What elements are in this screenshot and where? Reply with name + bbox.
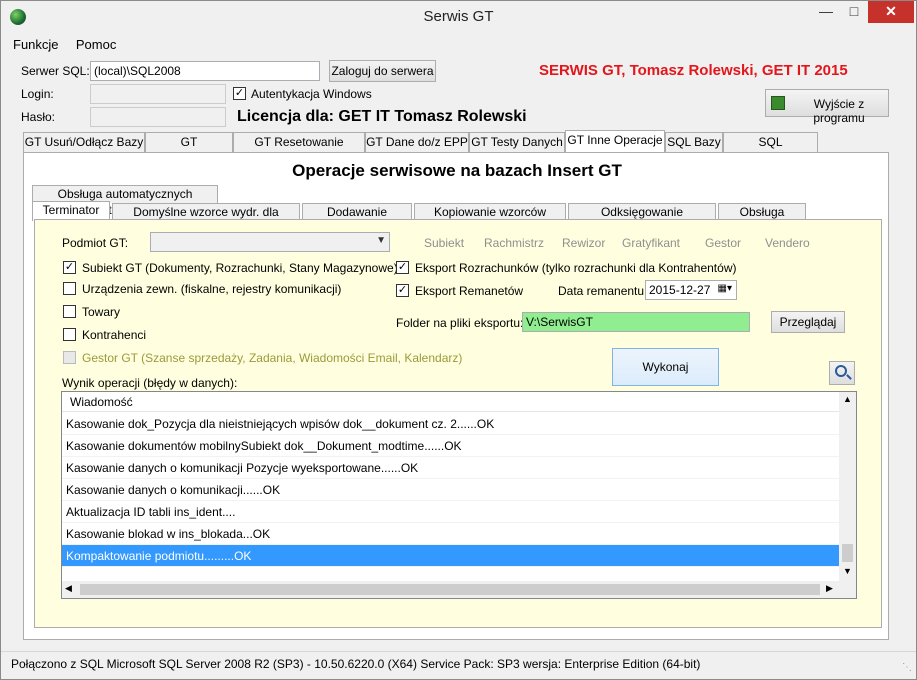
exit-button[interactable]: Wyjście z programu bbox=[765, 89, 889, 125]
kontrahenci-checkbox-label: Kontrahenci bbox=[82, 328, 147, 342]
main-window: Serwis GT — □ ✕ Funkcje Pomoc Serwer SQL… bbox=[0, 0, 917, 680]
list-item[interactable]: Kasowanie danych o komunikacji Pozycje w… bbox=[62, 457, 840, 479]
list-item[interactable]: Kasowanie danych o komunikacji......OK bbox=[62, 479, 840, 501]
towary-checkbox-label: Towary bbox=[82, 305, 121, 319]
result-label: Wynik operacji (błędy w danych): bbox=[62, 376, 238, 390]
folder-label: Folder na pliki eksportu: bbox=[396, 316, 524, 330]
status-bar: Połączono z SQL Microsoft SQL Server 200… bbox=[1, 651, 916, 679]
browse-button[interactable]: Przeglądaj bbox=[771, 311, 845, 333]
module-subiekt: Subiekt bbox=[424, 236, 465, 250]
execute-button[interactable]: Wykonaj bbox=[612, 348, 719, 386]
list-item[interactable]: Aktualizacja ID tabli ins_ident.... bbox=[62, 501, 840, 523]
maximize-button[interactable]: □ bbox=[840, 1, 868, 23]
brand-text: SERWIS GT, Tomasz Rolewski, GET IT 2015 bbox=[539, 62, 848, 79]
calendar-icon: ▦▾ bbox=[717, 283, 732, 294]
scroll-right-icon[interactable]: ▶ bbox=[826, 583, 833, 594]
chevron-down-icon: ▼ bbox=[376, 235, 386, 246]
data-remanentu-picker[interactable]: 2015-12-27 ▦▾ bbox=[645, 280, 737, 300]
login-label: Login: bbox=[21, 87, 54, 101]
folder-input[interactable]: V:\SerwisGT bbox=[522, 312, 750, 332]
hscroll-thumb[interactable] bbox=[80, 584, 820, 595]
server-label: Serwer SQL: bbox=[21, 64, 90, 78]
scroll-down-icon[interactable]: ▼ bbox=[843, 566, 852, 576]
gestor-checkbox-label: Gestor GT (Szanse sprzedaży, Zadania, Wi… bbox=[82, 351, 463, 365]
scroll-left-icon[interactable]: ◀ bbox=[65, 583, 72, 594]
minimize-button[interactable]: — bbox=[812, 1, 840, 23]
resize-grip-icon[interactable]: ⋱ bbox=[902, 662, 912, 673]
window-title: Serwis GT bbox=[423, 8, 494, 25]
server-input[interactable]: (local)\SQL2008 bbox=[90, 61, 320, 81]
podmiot-combo[interactable]: ▼ bbox=[150, 232, 390, 252]
eksport-remanetow-label: Eksport Remanetów bbox=[415, 284, 524, 298]
module-gratyfikant: Gratyfikant bbox=[622, 236, 681, 250]
tab-gt-dane-epp[interactable]: GT Dane do/z EPP bbox=[365, 132, 469, 152]
login-input[interactable] bbox=[90, 84, 226, 104]
zoom-button[interactable] bbox=[829, 361, 855, 385]
scroll-up-icon[interactable]: ▲ bbox=[843, 394, 852, 404]
menu-funkcje[interactable]: Funkcje bbox=[13, 37, 59, 52]
list-item[interactable]: Kasowanie dok_Pozycja dla nieistniejącyc… bbox=[62, 413, 840, 435]
exit-button-label: Wyjście z programu bbox=[813, 97, 865, 125]
windows-auth-label: Autentykacja Windows bbox=[251, 87, 372, 101]
eksport-rozrachunkow-checkbox[interactable]: ✓ bbox=[396, 261, 409, 274]
gestor-checkbox[interactable] bbox=[63, 351, 76, 364]
eksport-rozrachunkow-label: Eksport Rozrachunków (tylko rozrachunki … bbox=[415, 261, 737, 275]
column-header-wiadomosc[interactable]: Wiadomość bbox=[62, 392, 840, 412]
close-button[interactable]: ✕ bbox=[868, 1, 914, 23]
password-input[interactable] bbox=[90, 107, 226, 127]
results-listview[interactable]: Wiadomość Kasowanie dok_Pozycja dla niei… bbox=[61, 391, 857, 599]
vertical-scrollbar[interactable]: ▲ ▼ bbox=[839, 392, 856, 581]
subiekt-checkbox[interactable]: ✓ bbox=[63, 261, 76, 274]
tab-gt-usun-odlacz-bazy[interactable]: GT Usuń/Odłącz Bazy bbox=[23, 132, 145, 152]
urzadzenia-checkbox-label: Urządzenia zewn. (fiskalne, rejestry kom… bbox=[82, 282, 342, 296]
list-item[interactable]: Kasowanie dokumentów mobilnySubiekt dok_… bbox=[62, 435, 840, 457]
tab-sql-uzytkownicy[interactable]: SQL Użytkownicy bbox=[723, 132, 818, 167]
tab-terminator-gt[interactable]: Terminator GT bbox=[32, 201, 110, 233]
tab-gt-resetowanie-licencji[interactable]: GT Resetowanie Licencji bbox=[233, 132, 365, 167]
menu-bar: Funkcje Pomoc bbox=[13, 37, 130, 53]
tab-sql-bazy[interactable]: SQL Bazy bbox=[665, 132, 723, 152]
module-rewizor: Rewizor bbox=[562, 236, 606, 250]
scroll-thumb[interactable] bbox=[842, 544, 853, 562]
list-item-selected[interactable]: Kompaktowanie podmiotu.........OK bbox=[62, 545, 840, 567]
data-remanentu-label: Data remanentu: bbox=[558, 284, 648, 298]
kontrahenci-checkbox[interactable] bbox=[63, 328, 76, 341]
licence-text: Licencja dla: GET IT Tomasz Rolewski bbox=[237, 108, 527, 125]
tab-gt-testy-danych[interactable]: GT Testy Danych bbox=[469, 132, 565, 152]
module-gestor: Gestor bbox=[705, 236, 742, 250]
tab-gt-uzytkownicy[interactable]: GT Użytkownicy bbox=[145, 132, 233, 167]
module-vendero: Vendero bbox=[765, 236, 810, 250]
windows-auth-checkbox[interactable]: ✓ bbox=[233, 87, 246, 100]
password-label: Hasło: bbox=[21, 110, 56, 124]
status-text: Połączono z SQL Microsoft SQL Server 200… bbox=[11, 657, 701, 671]
exit-door-icon bbox=[771, 96, 785, 110]
menu-pomoc[interactable]: Pomoc bbox=[76, 37, 116, 52]
login-server-button[interactable]: Zaloguj do serwera bbox=[329, 60, 436, 82]
tab-gt-inne-operacje[interactable]: GT Inne Operacje bbox=[565, 130, 665, 152]
urzadzenia-checkbox[interactable] bbox=[63, 282, 76, 295]
list-item[interactable]: Kasowanie blokad w ins_blokada...OK bbox=[62, 523, 840, 545]
magnifier-handle bbox=[846, 374, 852, 380]
eksport-remanetow-checkbox[interactable]: ✓ bbox=[396, 284, 409, 297]
podmiot-label: Podmiot GT: bbox=[62, 236, 129, 250]
subiekt-checkbox-label: Subiekt GT (Dokumenty, Rozrachunki, Stan… bbox=[82, 261, 398, 275]
horizontal-scrollbar[interactable]: ◀ ▶ bbox=[62, 581, 856, 598]
panel-title: Operacje serwisowe na bazach Insert GT bbox=[292, 161, 622, 180]
module-rachmistrz: Rachmistrz bbox=[484, 236, 545, 250]
data-remanentu-value: 2015-12-27 bbox=[649, 283, 711, 297]
title-bar[interactable]: Serwis GT — □ ✕ bbox=[1, 1, 916, 32]
towary-checkbox[interactable] bbox=[63, 305, 76, 318]
